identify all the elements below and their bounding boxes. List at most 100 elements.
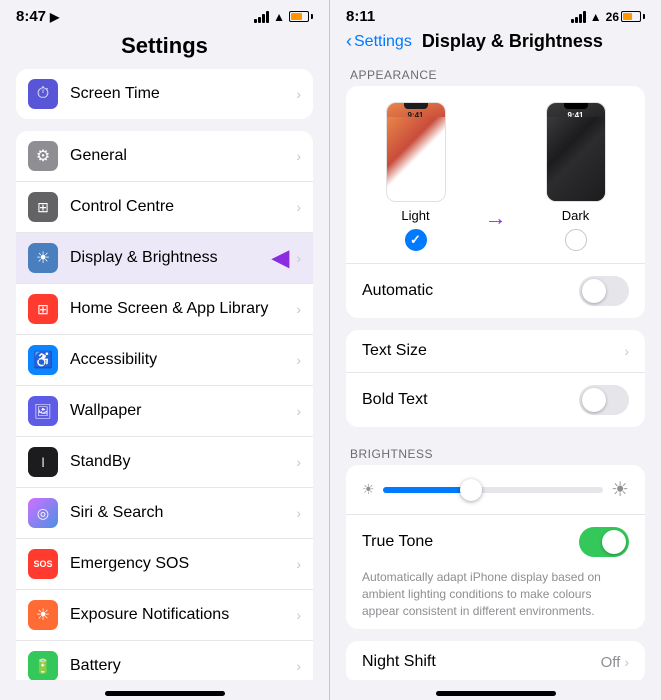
standby-label: StandBy — [70, 453, 296, 471]
sidebar-item-display[interactable]: ☀ Display & Brightness › ◀ — [16, 233, 313, 284]
appearance-options: 9:41 Light ✓ → 9:41 — [346, 86, 645, 263]
chevron-icon: › — [296, 556, 301, 572]
appearance-header: APPEARANCE — [346, 60, 645, 86]
notch-dark — [564, 103, 588, 109]
sos-icon: SOS — [28, 549, 58, 579]
appearance-arrow: → — [485, 205, 507, 251]
light-mode-option[interactable]: 9:41 Light ✓ — [386, 102, 446, 251]
general-icon: ⚙ — [28, 141, 58, 171]
home-indicator-left — [0, 680, 329, 700]
chevron-icon: › — [296, 658, 301, 674]
brightness-slider[interactable] — [383, 487, 604, 493]
right-header: ‹ Settings Display & Brightness — [330, 29, 661, 60]
accessibility-icon: ♿ — [28, 345, 58, 375]
battery-label: Battery — [70, 657, 296, 675]
display-brightness-panel: 8:11 ▲ 26 ‹ Settings — [330, 0, 661, 700]
dark-radio[interactable] — [565, 229, 587, 251]
sos-label: Emergency SOS — [70, 555, 296, 573]
sidebar-item-general[interactable]: ⚙ General › — [16, 131, 313, 182]
true-tone-toggle[interactable] — [579, 527, 629, 557]
settings-group-2: ⚙ General › ⊞ Control Centre › ☀ Display… — [16, 131, 313, 680]
night-shift-label: Night Shift — [362, 653, 436, 671]
night-shift-card: Night Shift Off › — [346, 641, 645, 680]
chevron-icon: › — [296, 301, 301, 317]
sidebar-item-battery[interactable]: 🔋 Battery › — [16, 641, 313, 680]
settings-panel: 8:47 ▶ ▲ Settings — [0, 0, 330, 700]
purple-arrow-annotation: ◀ — [272, 245, 289, 271]
slider-thumb — [460, 479, 482, 501]
signal-icon-right — [571, 11, 586, 23]
display-icon: ☀ — [28, 243, 58, 273]
screen-time-icon: ⏱ — [28, 79, 58, 109]
wifi-icon-right: ▲ — [590, 10, 602, 24]
brightness-slider-row: ☀ ☀ — [362, 477, 629, 502]
status-icons-left: ▲ — [254, 10, 313, 24]
chevron-icon: › — [296, 454, 301, 470]
true-tone-label: True Tone — [362, 533, 433, 551]
battery-right-icon — [621, 11, 645, 22]
siri-icon: ◎ — [28, 498, 58, 528]
display-label: Display & Brightness — [70, 249, 296, 267]
toggle-thumb — [582, 279, 606, 303]
settings-group-1: ⏱ Screen Time › — [16, 69, 313, 119]
slider-fill — [383, 487, 471, 493]
dark-preview: 9:41 — [546, 102, 606, 202]
text-size-label: Text Size — [362, 342, 427, 360]
back-chevron-icon: ‹ — [346, 31, 352, 52]
bold-toggle-thumb — [582, 388, 606, 412]
battery-right-group: 26 — [606, 10, 645, 24]
general-label: General — [70, 147, 296, 165]
light-label: Light — [401, 208, 429, 223]
sidebar-item-accessibility[interactable]: ♿ Accessibility › — [16, 335, 313, 386]
night-shift-chevron: › — [624, 654, 629, 670]
wallpaper-label: Wallpaper — [70, 402, 296, 420]
time-left: 8:47 — [16, 8, 46, 25]
night-shift-value: Off — [601, 654, 621, 671]
homescreen-label: Home Screen & App Library — [70, 300, 296, 318]
exposure-label: Exposure Notifications — [70, 606, 296, 624]
chevron-icon: › — [296, 250, 301, 266]
bold-text-toggle[interactable] — [579, 385, 629, 415]
page-title: Display & Brightness — [422, 31, 603, 52]
light-radio[interactable]: ✓ — [405, 229, 427, 251]
status-bar-left: 8:47 ▶ ▲ — [0, 0, 329, 29]
check-icon: ✓ — [410, 232, 421, 248]
screen-time-label: Screen Time — [70, 85, 296, 103]
brightness-section: ☀ ☀ — [346, 465, 645, 514]
status-bar-right: 8:11 ▲ 26 — [330, 0, 661, 29]
battery-percent: 26 — [606, 10, 619, 24]
true-tone-thumb — [602, 530, 626, 554]
text-card: Text Size › Bold Text — [346, 330, 645, 427]
sidebar-item-control[interactable]: ⊞ Control Centre › — [16, 182, 313, 233]
home-indicator-right — [330, 680, 661, 700]
sidebar-item-homescreen[interactable]: ⊞ Home Screen & App Library › — [16, 284, 313, 335]
battery-status-icon — [289, 11, 313, 22]
dark-mode-option[interactable]: 9:41 Dark — [546, 102, 606, 251]
sidebar-item-standby[interactable]: ⏽ StandBy › — [16, 437, 313, 488]
true-tone-row: True Tone — [346, 514, 645, 569]
settings-list: ⏱ Screen Time › ⚙ General › ⊞ Control Ce… — [0, 69, 329, 680]
chevron-icon: › — [296, 352, 301, 368]
automatic-toggle[interactable] — [579, 276, 629, 306]
chevron-icon: › — [296, 607, 301, 623]
sidebar-item-wallpaper[interactable]: 🖼 Wallpaper › — [16, 386, 313, 437]
dark-label: Dark — [562, 208, 589, 223]
chevron-icon: › — [296, 148, 301, 164]
automatic-row: Automatic — [346, 263, 645, 318]
sidebar-item-exposure[interactable]: ☀ Exposure Notifications › — [16, 590, 313, 641]
light-preview: 9:41 — [386, 102, 446, 202]
wallpaper-light — [387, 117, 445, 201]
text-size-row[interactable]: Text Size › — [346, 330, 645, 373]
standby-icon: ⏽ — [28, 447, 58, 477]
chevron-icon: › — [296, 199, 301, 215]
sidebar-item-sos[interactable]: SOS Emergency SOS › — [16, 539, 313, 590]
night-shift-row[interactable]: Night Shift Off › — [346, 641, 645, 680]
siri-label: Siri & Search — [70, 504, 296, 522]
back-button[interactable]: ‹ Settings — [346, 31, 412, 52]
sidebar-item-screen-time[interactable]: ⏱ Screen Time › — [16, 69, 313, 119]
signal-icon — [254, 11, 269, 23]
true-tone-description: Automatically adapt iPhone display based… — [346, 569, 645, 629]
accessibility-label: Accessibility — [70, 351, 296, 369]
sidebar-item-siri[interactable]: ◎ Siri & Search › — [16, 488, 313, 539]
appearance-card: 9:41 Light ✓ → 9:41 — [346, 86, 645, 318]
